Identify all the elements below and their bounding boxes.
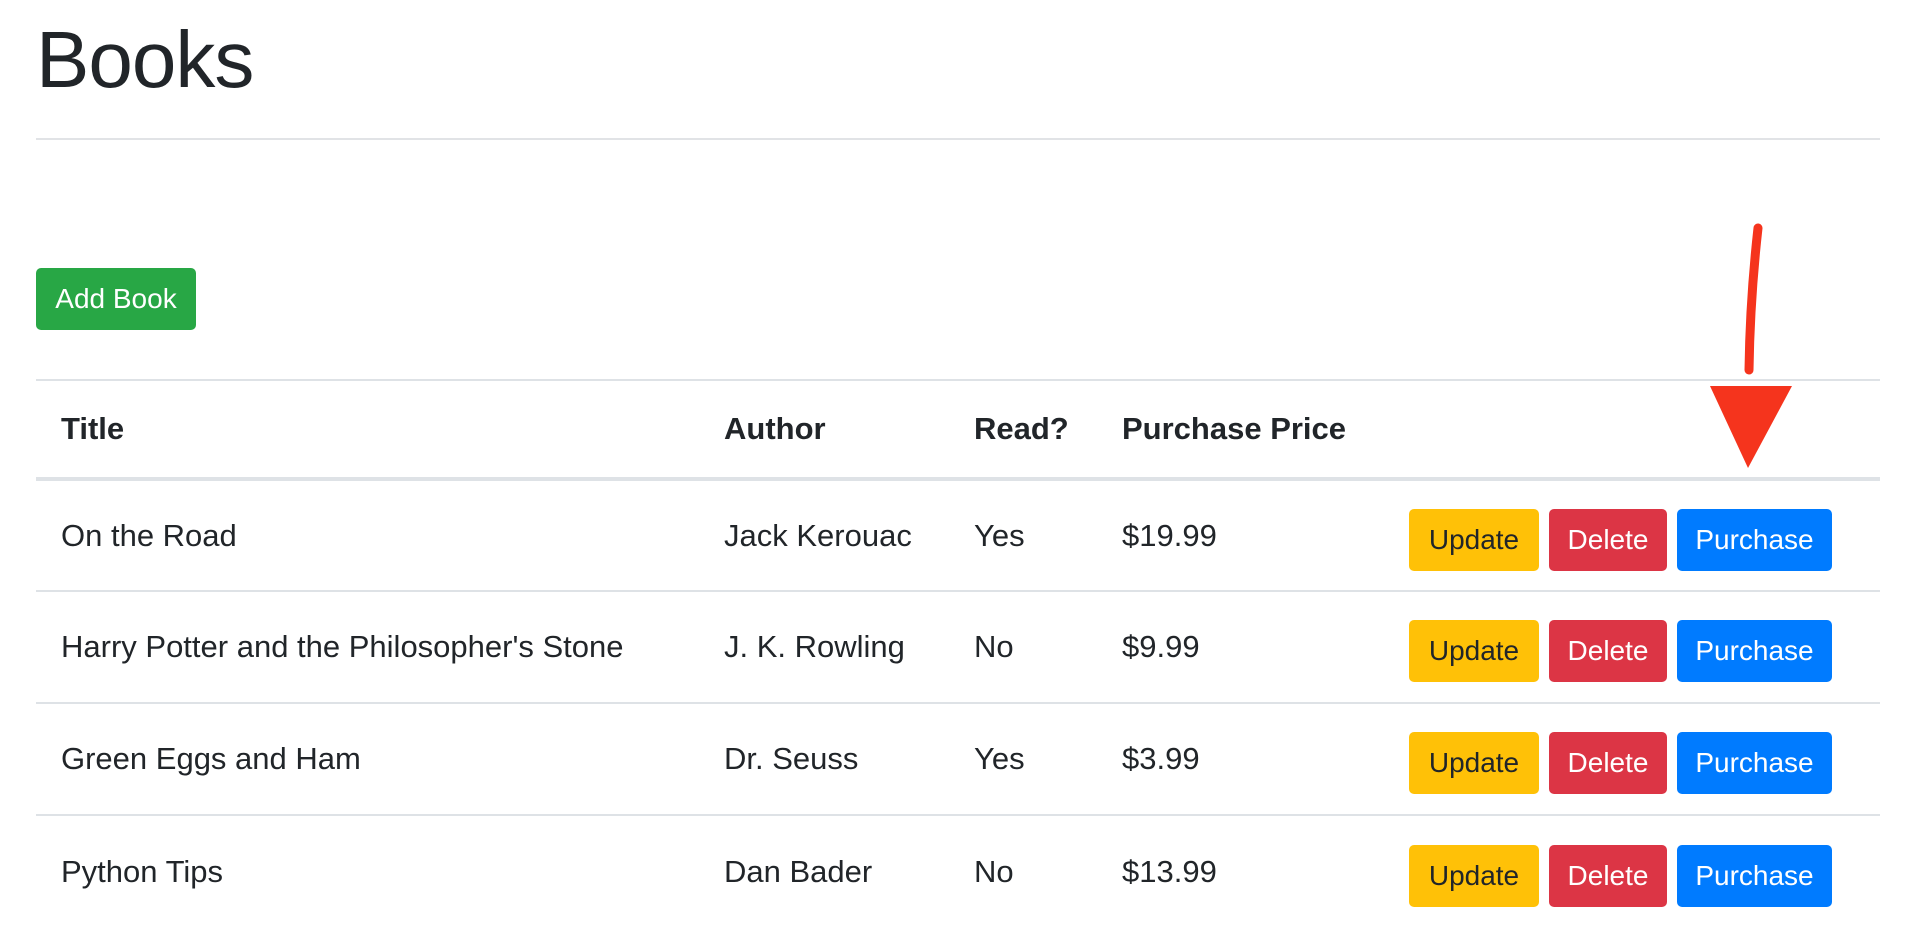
book-author: Jack Kerouac <box>699 479 949 592</box>
book-price: $9.99 <box>1097 591 1384 704</box>
book-read-status: Yes <box>949 479 1097 592</box>
column-header-purchase-price: Purchase Price <box>1097 379 1384 481</box>
table-header-row: Title Author Read? Purchase Price <box>36 379 1880 481</box>
column-header-title: Title <box>36 379 699 481</box>
table-row: Python Tips Dan Bader No $13.99 Update D… <box>36 815 1880 927</box>
book-title: On the Road <box>36 479 699 592</box>
table-header: Title Author Read? Purchase Price <box>36 379 1880 481</box>
update-button[interactable]: Update <box>1409 844 1539 907</box>
purchase-button[interactable]: Purchase <box>1677 844 1832 907</box>
book-read-status: No <box>974 853 1014 889</box>
delete-button[interactable]: Delete <box>1549 844 1667 907</box>
book-price: $19.99 <box>1097 479 1384 592</box>
update-button[interactable]: Update <box>1409 508 1539 571</box>
table-row: Green Eggs and Ham Dr. Seuss Yes $3.99 U… <box>36 703 1880 816</box>
purchase-button[interactable]: Purchase <box>1677 508 1832 571</box>
purchase-button[interactable]: Purchase <box>1677 732 1832 794</box>
table-row: Harry Potter and the Philosopher's Stone… <box>36 591 1880 704</box>
row-actions: Update Delete Purchase <box>1384 815 1880 927</box>
delete-button[interactable]: Delete <box>1549 732 1667 794</box>
book-title: Green Eggs and Ham <box>36 703 699 816</box>
book-price: $13.99 <box>1122 853 1217 889</box>
book-author: Dan Bader <box>724 853 873 889</box>
row-actions-group: Update Delete Purchase <box>1409 732 1880 794</box>
page-container: Books Add Book Title Author Read? Purcha… <box>36 0 1880 907</box>
update-button[interactable]: Update <box>1409 732 1539 794</box>
row-actions: Update Delete Purchase <box>1384 703 1880 816</box>
delete-button[interactable]: Delete <box>1549 620 1667 682</box>
books-table: Title Author Read? Purchase Price On the… <box>36 379 1880 927</box>
row-actions: Update Delete Purchase <box>1384 591 1880 704</box>
page-title: Books <box>36 15 254 104</box>
arrow-down-icon <box>1710 223 1792 468</box>
book-author: J. K. Rowling <box>699 591 949 704</box>
update-button[interactable]: Update <box>1409 620 1539 682</box>
row-actions-group: Update Delete Purchase <box>1409 844 1880 907</box>
column-header-read: Read? <box>949 379 1097 481</box>
row-actions-group: Update Delete Purchase <box>1409 508 1880 571</box>
table-body: On the Road Jack Kerouac Yes $19.99 Upda… <box>36 479 1880 927</box>
row-actions-group: Update Delete Purchase <box>1409 620 1880 682</box>
add-book-button[interactable]: Add Book <box>36 268 196 330</box>
book-author: Dr. Seuss <box>699 703 949 816</box>
delete-button[interactable]: Delete <box>1549 508 1667 571</box>
row-actions: Update Delete Purchase <box>1384 479 1880 592</box>
book-price: $3.99 <box>1097 703 1384 816</box>
table-row: On the Road Jack Kerouac Yes $19.99 Upda… <box>36 479 1880 592</box>
book-title: Harry Potter and the Philosopher's Stone <box>36 591 699 704</box>
book-read-status: Yes <box>949 703 1097 816</box>
book-read-status: No <box>949 591 1097 704</box>
title-divider <box>36 138 1880 140</box>
column-header-author: Author <box>699 379 949 481</box>
book-title: Python Tips <box>61 853 223 889</box>
purchase-button[interactable]: Purchase <box>1677 620 1832 682</box>
